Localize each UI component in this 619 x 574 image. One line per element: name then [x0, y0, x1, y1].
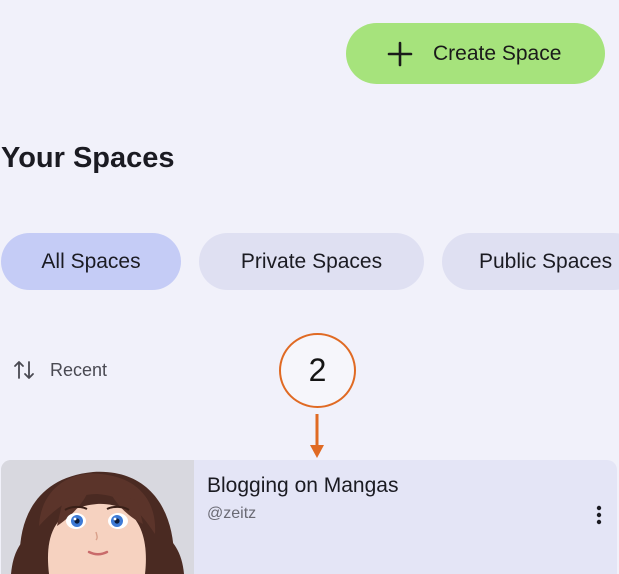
- sort-label: Recent: [50, 359, 108, 380]
- space-card[interactable]: Blogging on Mangas @zeitz: [1, 460, 617, 574]
- space-thumbnail: [1, 460, 194, 574]
- space-author[interactable]: @zeitz: [207, 505, 256, 523]
- tab-private-spaces[interactable]: Private Spaces: [199, 233, 424, 290]
- step-marker: 2: [279, 333, 356, 408]
- sort-control[interactable]: Recent: [13, 357, 107, 383]
- sort-arrows-icon: [14, 361, 34, 379]
- down-arrow-icon: [310, 414, 324, 458]
- space-title[interactable]: Blogging on Mangas: [207, 474, 398, 498]
- anime-avatar-image: [1, 460, 194, 574]
- tab-public-spaces[interactable]: Public Spaces: [442, 233, 619, 290]
- tab-all-spaces[interactable]: All Spaces: [1, 233, 181, 290]
- more-vertical-icon[interactable]: [591, 504, 607, 526]
- space-filter-tabs: All Spaces Private Spaces Public Spaces: [0, 233, 619, 291]
- create-space-button[interactable]: Create Space: [346, 23, 605, 84]
- plus-icon: [387, 41, 413, 66]
- create-space-label: Create Space: [433, 41, 562, 65]
- page-title: Your Spaces: [1, 142, 175, 174]
- spaces-page: Create Space Your Spaces All Spaces Priv…: [0, 0, 619, 574]
